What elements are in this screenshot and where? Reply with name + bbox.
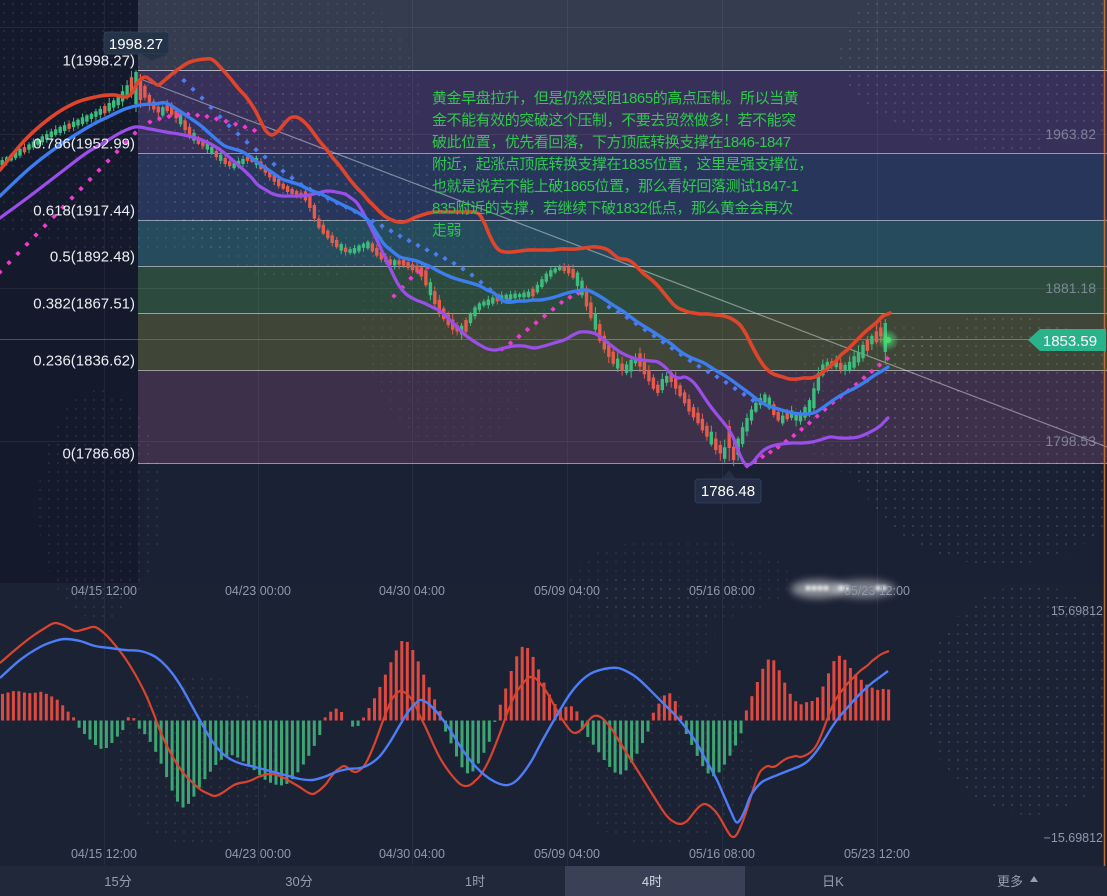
svg-text:04/15 12:00: 04/15 12:00 (71, 847, 137, 861)
svg-text:1786.48: 1786.48 (701, 483, 755, 500)
svg-text:0.618(1917.44): 0.618(1917.44) (33, 203, 135, 220)
svg-text:05/23 12:00: 05/23 12:00 (844, 584, 910, 598)
svg-text:05/23 12:00: 05/23 12:00 (844, 847, 910, 861)
svg-text:05/16 08:00: 05/16 08:00 (689, 584, 755, 598)
svg-text:05/09 04:00: 05/09 04:00 (534, 847, 600, 861)
svg-text:04/23 00:00: 04/23 00:00 (225, 847, 291, 861)
svg-text:−15.69812: −15.69812 (1044, 831, 1103, 845)
svg-text:15分: 15分 (104, 874, 131, 889)
svg-text:04/23 00:00: 04/23 00:00 (225, 584, 291, 598)
svg-text:0(1786.68): 0(1786.68) (62, 446, 135, 463)
svg-text:1时: 1时 (465, 874, 485, 889)
svg-text:日K: 日K (822, 874, 844, 889)
svg-text:05/16 08:00: 05/16 08:00 (689, 847, 755, 861)
svg-text:1998.27: 1998.27 (109, 36, 163, 53)
svg-text:04/30 04:00: 04/30 04:00 (379, 847, 445, 861)
svg-text:0.236(1836.62): 0.236(1836.62) (33, 353, 135, 370)
svg-text:1881.18: 1881.18 (1045, 280, 1096, 296)
svg-text:1(1998.27): 1(1998.27) (62, 53, 135, 70)
svg-text:更多: 更多 (997, 874, 1023, 889)
svg-text:15.69812: 15.69812 (1051, 604, 1103, 618)
svg-text:0.5(1892.48): 0.5(1892.48) (50, 249, 135, 266)
svg-text:04/30 04:00: 04/30 04:00 (379, 584, 445, 598)
svg-text:1798.53: 1798.53 (1045, 433, 1096, 449)
svg-text:4时: 4时 (642, 874, 662, 889)
svg-text:04/15 12:00: 04/15 12:00 (71, 584, 137, 598)
svg-text:1963.82: 1963.82 (1045, 126, 1096, 142)
svg-text:30分: 30分 (285, 874, 312, 889)
svg-text:0.786(1952.99): 0.786(1952.99) (33, 136, 135, 153)
svg-text:05/09 04:00: 05/09 04:00 (534, 584, 600, 598)
svg-text:0.382(1867.51): 0.382(1867.51) (33, 296, 135, 313)
svg-text:1853.59: 1853.59 (1043, 333, 1097, 350)
